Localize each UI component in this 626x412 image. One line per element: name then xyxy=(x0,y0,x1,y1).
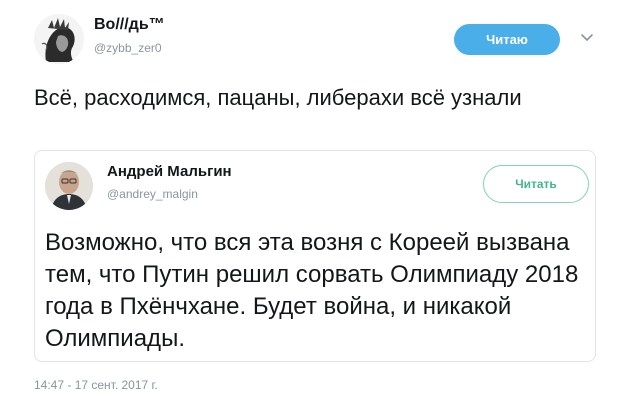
tweet-card: Во///дь™ @zybb_zer0 Читаю Всё, расходимс… xyxy=(0,0,626,412)
quoted-tweet-text: Возможно, что вся эта возня с Кореей выз… xyxy=(45,229,579,352)
author-display-name[interactable]: Во///дь™ xyxy=(94,16,165,34)
tweet-timestamp[interactable]: 14:47 - 17 сент. 2017 г. xyxy=(34,378,158,392)
quoted-follow-button[interactable]: Читать xyxy=(483,165,589,203)
quoted-author-handle[interactable]: @andrey_malgin xyxy=(107,187,198,201)
avatar-illustration xyxy=(34,14,84,64)
user-avatar[interactable] xyxy=(34,14,84,64)
quoted-author-display-name[interactable]: Андрей Мальгин xyxy=(107,163,232,180)
quoted-avatar[interactable] xyxy=(45,162,93,210)
author-handle[interactable]: @zybb_zer0 xyxy=(94,41,162,55)
tweet-text: Всё, расходимся, пацаны, либерахи всё уз… xyxy=(34,85,522,110)
quoted-avatar-photo xyxy=(45,162,93,210)
quoted-tweet[interactable]: Андрей Мальгин @andrey_malgin Читать Воз… xyxy=(34,150,596,362)
chevron-down-icon[interactable] xyxy=(580,30,594,44)
follow-button[interactable]: Читаю xyxy=(454,24,560,55)
